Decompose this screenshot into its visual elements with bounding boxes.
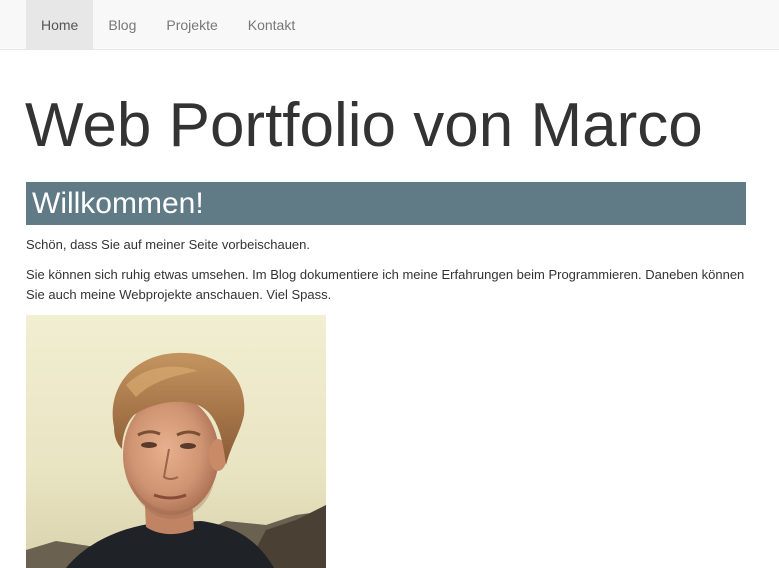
- nav-menu: Home Blog Projekte Kontakt: [26, 0, 310, 50]
- nav-item-blog: Blog: [93, 0, 151, 50]
- nav-item-home: Home: [26, 0, 94, 50]
- welcome-heading: Willkommen!: [32, 187, 204, 220]
- nav-link-kontakt[interactable]: Kontakt: [233, 0, 310, 50]
- nav-link-home[interactable]: Home: [26, 0, 94, 50]
- welcome-banner: Willkommen!: [26, 182, 746, 225]
- intro-paragraph: Schön, dass Sie auf meiner Seite vorbeis…: [26, 237, 311, 252]
- navbar: Home Blog Projekte Kontakt: [0, 0, 779, 50]
- nav-item-projekte: Projekte: [151, 0, 232, 50]
- page-title: Web Portfolio von Marco: [25, 91, 703, 160]
- description-paragraph: Sie können sich ruhig etwas umsehen. Im …: [26, 267, 745, 302]
- nav-link-projekte[interactable]: Projekte: [151, 0, 232, 50]
- nav-link-blog[interactable]: Blog: [93, 0, 151, 50]
- nav-item-kontakt: Kontakt: [233, 0, 310, 50]
- profile-photo: [26, 315, 326, 568]
